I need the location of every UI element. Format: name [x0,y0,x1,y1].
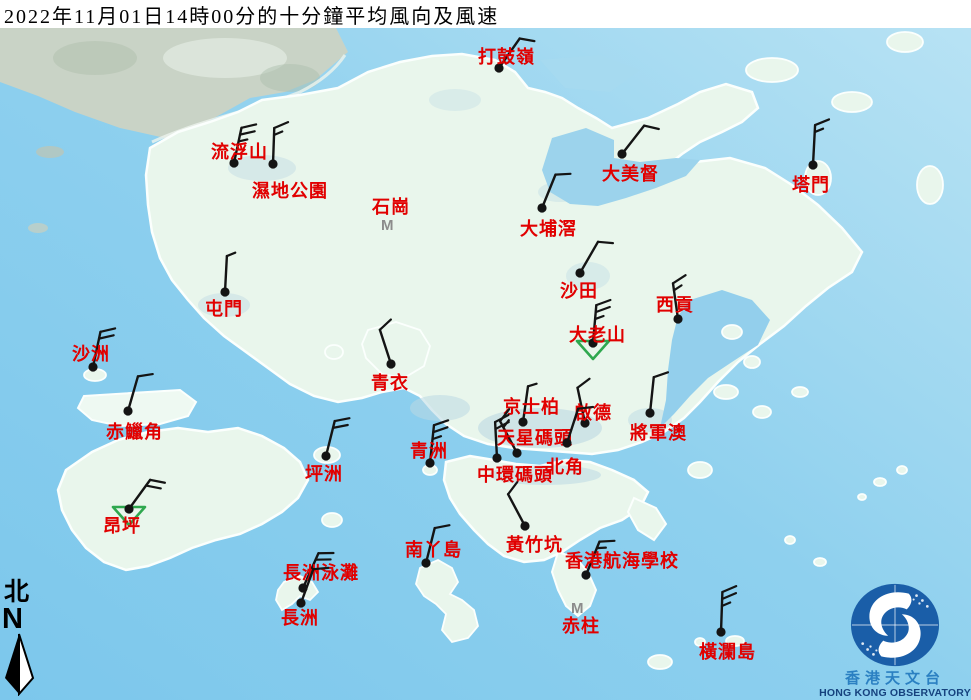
hko-name-english: HONG KONG OBSERVATORY [819,687,971,699]
hko-logo-icon [848,581,942,669]
north-compass: 北 N [2,580,40,696]
title-bar: 2022年11月01日14時00分的十分鐘平均風向及風速 [0,0,971,28]
wind-map-page: 打鼓嶺流浮山濕地公園M石崗大美督大埔滘塔門屯門沙田西貢沙洲大老山青衣赤鱲角京士柏… [0,0,971,700]
hko-logo: 香港天文台 HONG KONG OBSERVATORY [819,581,971,699]
map-title: 2022年11月01日14時00分的十分鐘平均風向及風速 [0,0,499,29]
north-label-letter: N [2,606,23,632]
north-arrow-icon [2,632,36,696]
hko-name-chinese: 香港天文台 [819,671,971,687]
